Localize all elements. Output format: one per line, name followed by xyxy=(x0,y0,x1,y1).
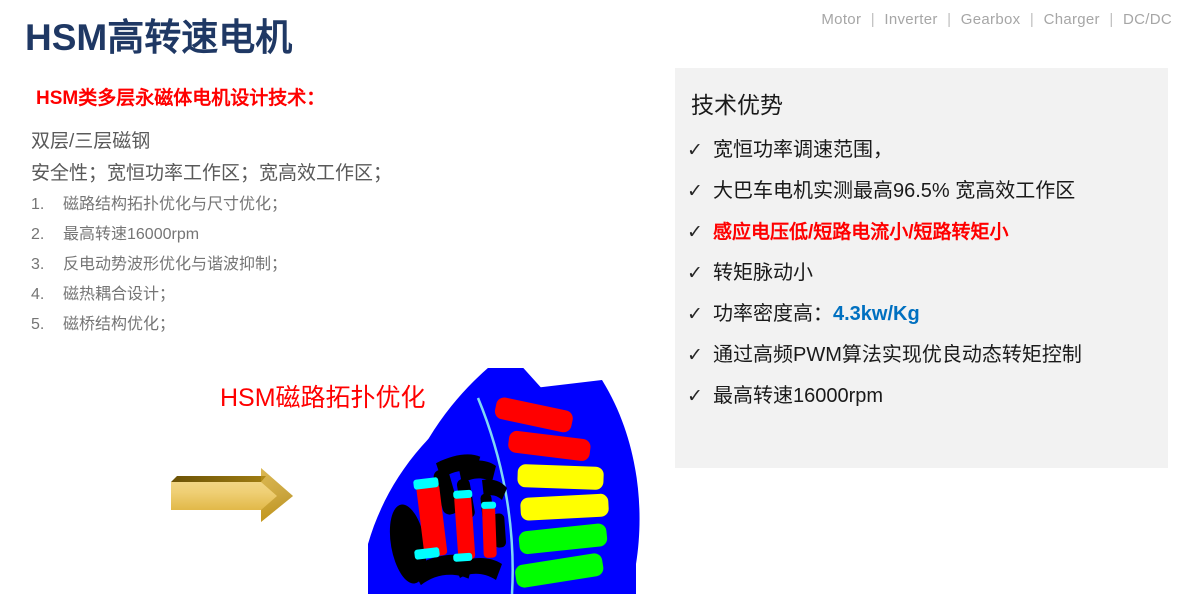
check-mark-icon: ✓ xyxy=(687,222,703,243)
list-item: ✓ 最高转速16000rpm xyxy=(687,376,1160,417)
sub-line-magnet-layers: 双层/三层磁钢 xyxy=(31,131,151,152)
nav-separator: | xyxy=(947,11,952,28)
slide-root: HSM高转速电机 Motor | Inverter | Gearbox | Ch… xyxy=(0,0,1190,599)
list-item: ✓ 功率密度高：4.3kw/Kg xyxy=(687,294,1160,335)
list-item: ✓ 宽恒功率调速范围， xyxy=(687,130,1160,171)
list-item-label: 反电动势波形优化与谐波抑制； xyxy=(63,256,288,273)
advantages-list: ✓ 宽恒功率调速范围， ✓ 大巴车电机实测最高96.5% 宽高效工作区 ✓ 感应… xyxy=(687,130,1160,417)
nav-item-gearbox[interactable]: Gearbox xyxy=(961,11,1021,28)
advantage-label-text: 功率密度高： xyxy=(713,303,833,325)
advantage-label: 大巴车电机实测最高96.5% 宽高效工作区 xyxy=(713,180,1076,202)
list-item-index: 3. xyxy=(31,256,45,273)
advantage-label: 最高转速16000rpm xyxy=(713,385,884,407)
design-tech-heading: HSM类多层永磁体电机设计技术： xyxy=(36,83,325,110)
list-item: ✓ 大巴车电机实测最高96.5% 宽高效工作区 xyxy=(687,171,1160,212)
list-item-index: 1. xyxy=(31,196,45,213)
nav-separator: | xyxy=(1109,11,1114,28)
right-arrow-icon xyxy=(165,460,300,530)
list-item-index: 4. xyxy=(31,286,45,303)
list-item-label: 磁热耦合设计； xyxy=(63,286,176,303)
check-mark-icon: ✓ xyxy=(687,386,703,407)
design-tech-heading-text: HSM类多层永磁体电机设计技术 xyxy=(36,88,307,109)
check-mark-icon: ✓ xyxy=(687,140,703,161)
list-item: ✓ 转矩脉动小 xyxy=(687,253,1160,294)
list-item-label: 磁路结构拓扑优化与尺寸优化； xyxy=(63,196,288,213)
list-item: 5. 磁桥结构优化； xyxy=(31,310,531,340)
advantage-label-highlighted: 感应电压低/短路电流小/短路转矩小 xyxy=(713,222,1009,243)
check-mark-icon: ✓ xyxy=(687,304,703,325)
advantage-label: 功率密度高：4.3kw/Kg xyxy=(713,294,920,335)
technical-advantages-panel: 技术优势 ✓ 宽恒功率调速范围， ✓ 大巴车电机实测最高96.5% 宽高效工作区… xyxy=(675,68,1168,468)
advantage-label: 宽恒功率调速范围， xyxy=(713,139,893,161)
advantage-label: 通过高频PWM算法实现优良动态转矩控制 xyxy=(713,344,1082,366)
design-tech-heading-colon: ： xyxy=(306,88,326,109)
list-item: 3. 反电动势波形优化与谐波抑制； xyxy=(31,250,531,280)
left-content-column: HSM类多层永磁体电机设计技术： 双层/三层磁钢 安全性；宽恒功率工作区；宽高效… xyxy=(0,0,660,599)
list-item: ✓ 通过高频PWM算法实现优良动态转矩控制 xyxy=(687,335,1160,376)
power-density-value: 4.3kw/Kg xyxy=(833,303,920,325)
list-item-index: 5. xyxy=(31,316,45,333)
nav-item-inverter[interactable]: Inverter xyxy=(884,11,937,28)
list-item: 2. 最高转速16000rpm xyxy=(31,220,531,250)
advantages-panel-title: 技术优势 xyxy=(691,92,783,118)
list-item: 4. 磁热耦合设计； xyxy=(31,280,531,310)
top-navigation: Motor | Inverter | Gearbox | Charger | D… xyxy=(821,11,1172,28)
list-item: 1. 磁路结构拓扑优化与尺寸优化； xyxy=(31,190,531,220)
list-item-label: 磁桥结构优化； xyxy=(63,316,176,333)
nav-separator: | xyxy=(1029,11,1035,28)
check-mark-icon: ✓ xyxy=(687,263,703,284)
check-mark-icon: ✓ xyxy=(687,181,703,202)
nav-item-charger[interactable]: Charger xyxy=(1044,11,1100,28)
list-item-label: 最高转速16000rpm xyxy=(63,226,200,243)
list-item: ✓ 感应电压低/短路电流小/短路转矩小 xyxy=(687,212,1160,253)
design-points-list: 1. 磁路结构拓扑优化与尺寸优化； 2. 最高转速16000rpm 3. 反电动势波形… xyxy=(31,190,531,340)
nav-separator: | xyxy=(870,11,875,28)
list-item-index: 2. xyxy=(31,226,45,243)
check-mark-icon: ✓ xyxy=(687,345,703,366)
sub-line-features: 安全性；宽恒功率工作区；宽高效工作区； xyxy=(31,163,393,184)
advantage-label: 转矩脉动小 xyxy=(713,262,813,284)
nav-item-dcdc[interactable]: DC/DC xyxy=(1123,11,1172,28)
motor-cross-section-icon xyxy=(350,351,650,599)
nav-item-motor[interactable]: Motor xyxy=(821,11,861,28)
